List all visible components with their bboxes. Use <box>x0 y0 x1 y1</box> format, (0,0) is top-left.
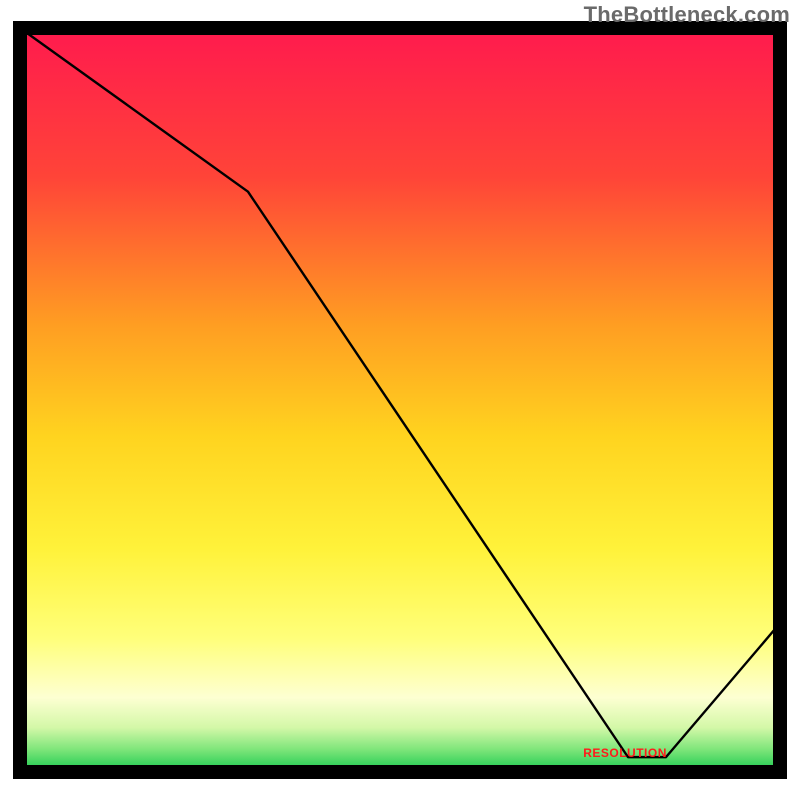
chart-svg <box>0 0 800 800</box>
plot-background <box>20 28 780 772</box>
optimum-annotation: RESOLUTION <box>583 746 667 760</box>
chart-stage: TheBottleneck.com <box>0 0 800 800</box>
watermark-label: TheBottleneck.com <box>584 2 790 28</box>
